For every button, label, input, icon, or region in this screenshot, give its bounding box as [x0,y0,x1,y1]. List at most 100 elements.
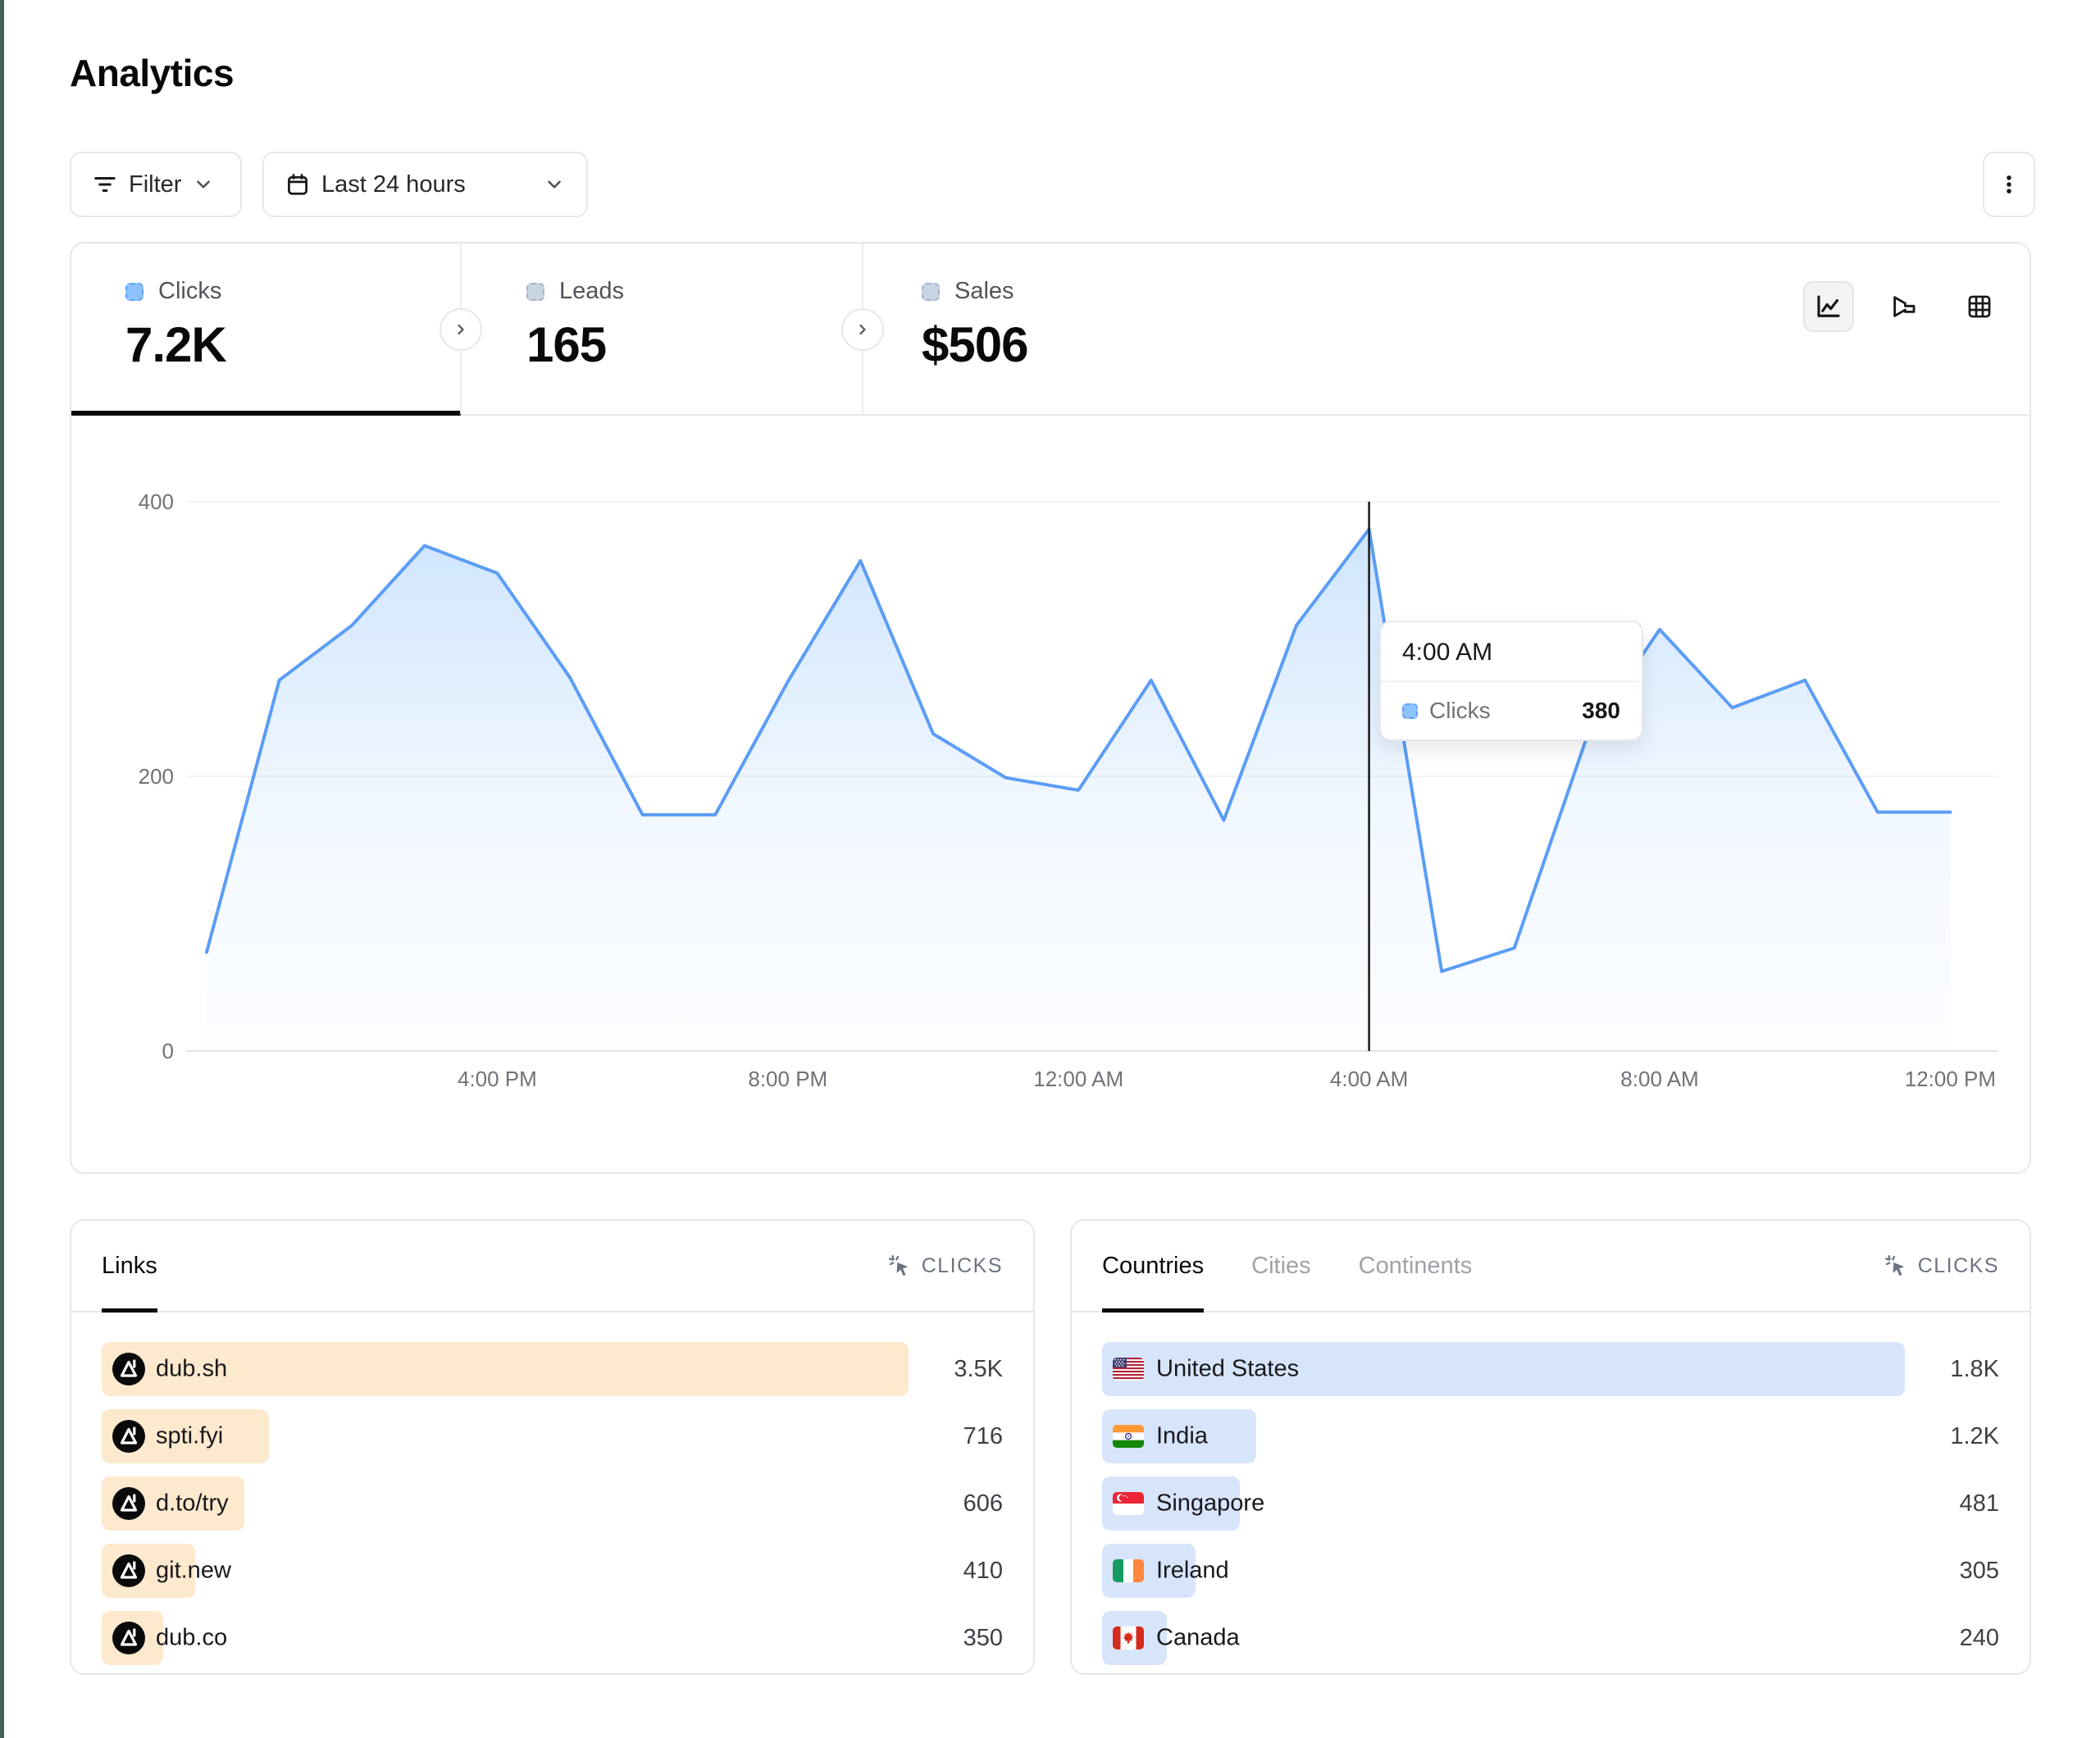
date-range-button[interactable]: Last 24 hours [262,152,588,217]
list-item[interactable]: Canada 240 [1102,1611,1999,1665]
x-axis-tick-label: 4:00 PM [458,1067,537,1091]
y-axis-tick-label: 200 [139,764,174,789]
cursor-click-icon [1884,1253,1908,1278]
links-panel-header: Links CLICKS [71,1221,1033,1313]
x-axis-tick-label: 8:00 AM [1620,1067,1698,1091]
tab-clicks[interactable]: Clicks 7.2K [71,243,461,414]
bar-track: Singapore [1102,1476,1913,1531]
row-label: d.to/try [156,1490,229,1517]
x-axis-tick-label: 12:00 AM [1033,1067,1123,1091]
x-axis-tick-label: 4:00 AM [1330,1067,1408,1091]
bar-track: Canada [1102,1611,1913,1665]
table-view-button[interactable] [1954,281,2005,332]
list-item[interactable]: dub.co 350 [102,1611,1003,1665]
row-value: 3.5K [933,1356,1003,1383]
metric-label: CLICKS [922,1254,1003,1278]
kebab-menu-icon [1997,172,2021,197]
metric-label: CLICKS [1918,1254,1999,1278]
chart-canvas: 02004004:00 PM8:00 PM12:00 AM4:00 AM8:00… [71,416,2033,1176]
expand-sales-chevron-button[interactable] [841,308,884,351]
window-edge-strip [0,0,4,1738]
leads-value: 165 [526,316,863,373]
tooltip-series-value: 380 [1582,698,1620,724]
chart-tooltip: 4:00 AM Clicks 380 [1379,621,1643,741]
row-label: India [1156,1423,1208,1450]
bar-track: India [1102,1409,1913,1463]
links-panel: Links CLICKS dub.sh 3.5K spti.fyi 716 d.to/t… [70,1219,1035,1675]
flag-ie-icon [1113,1559,1144,1582]
grid-table-icon [1966,293,1993,321]
list-item[interactable]: Singapore481 [1102,1476,1999,1531]
sales-legend-swatch [922,283,940,301]
bar-track: Ireland [1102,1544,1913,1598]
tooltip-time: 4:00 AM [1381,622,1642,682]
list-item[interactable]: Ireland 305 [1102,1544,1999,1598]
clicks-metric-header: CLICKS [887,1253,1003,1278]
row-value: 410 [933,1558,1003,1585]
list-item[interactable]: d.to/try 606 [102,1476,1003,1531]
row-value: 305 [1929,1558,1999,1585]
bar-track: dub.co [102,1611,917,1665]
stat-label: Leads [559,278,624,305]
y-axis-tick-label: 0 [162,1039,174,1063]
countries-panel-header: Countries Cities Continents CLICKS [1072,1221,2029,1313]
analytics-card: Clicks 7.2K Leads 165 Sales $506 [70,242,2031,1174]
list-item[interactable]: spti.fyi 716 [102,1409,1003,1463]
row-label: spti.fyi [156,1423,223,1450]
filter-icon [93,172,117,197]
clicks-area-chart: 02004004:00 PM8:00 PM12:00 AM4:00 AM8:00… [71,416,2033,1176]
line-chart-icon [1814,292,1843,321]
clicks-value: 7.2K [125,316,461,373]
flag-us-icon [1113,1358,1144,1381]
date-range-label: Last 24 hours [321,171,466,198]
calendar-icon [285,172,310,197]
list-item[interactable]: git.new410 [102,1544,1003,1598]
tab-sales[interactable]: Sales $506 [863,243,1264,414]
filter-button[interactable]: Filter [70,152,242,217]
row-value: 716 [933,1423,1003,1450]
flag-ca-icon [1113,1627,1144,1649]
x-axis-tick-label: 8:00 PM [748,1067,827,1091]
row-label: dub.sh [156,1356,227,1383]
dub-logo-icon [112,1353,145,1385]
list-item[interactable]: United States 1.8K [1102,1342,1999,1396]
chart-view-switcher [1803,281,2005,332]
dub-logo-icon [112,1487,145,1520]
tab-leads[interactable]: Leads 165 [461,243,863,414]
expand-leads-chevron-button[interactable] [440,308,482,351]
links-rows: dub.sh 3.5K spti.fyi 716 d.to/try 606 git.new4… [71,1313,1033,1665]
sales-value: $506 [922,316,1264,373]
line-chart-view-button[interactable] [1803,281,1854,332]
more-options-button[interactable] [1983,152,2035,217]
chevron-right-icon [854,321,871,338]
row-label: Ireland [1156,1558,1229,1585]
tab-links[interactable]: Links [102,1221,157,1311]
tooltip-series-label: Clicks [1429,698,1491,724]
row-value: 240 [1929,1625,1999,1652]
row-value: 606 [933,1490,1003,1517]
tab-cities[interactable]: Cities [1251,1221,1311,1311]
chevron-right-icon [453,321,469,338]
tab-continents[interactable]: Continents [1359,1221,1473,1311]
row-value: 1.8K [1929,1356,1999,1383]
tab-countries[interactable]: Countries [1102,1221,1204,1311]
row-label: Singapore [1156,1490,1264,1517]
list-item[interactable]: India 1.2K [1102,1409,1999,1463]
filter-button-label: Filter [129,171,181,198]
countries-panel: Countries Cities Continents CLICKS Unite… [1070,1219,2031,1675]
bar-track: spti.fyi [102,1409,917,1463]
bar-track: dub.sh [102,1342,917,1396]
funnel-view-button[interactable] [1879,281,1929,332]
row-value: 350 [933,1625,1003,1652]
list-item[interactable]: dub.sh 3.5K [102,1342,1003,1396]
flag-sg-icon [1113,1492,1144,1515]
row-label: United States [1156,1356,1299,1383]
dub-logo-icon [112,1554,145,1587]
leads-legend-swatch [526,283,544,301]
row-label: dub.co [156,1625,227,1652]
row-value: 1.2K [1929,1423,1999,1450]
funnel-icon [1890,293,1918,321]
countries-rows: United States 1.8K India 1.2K Singapore481 Ir… [1072,1313,2029,1665]
page-title: Analytics [70,51,234,95]
chevron-down-icon [193,174,214,195]
